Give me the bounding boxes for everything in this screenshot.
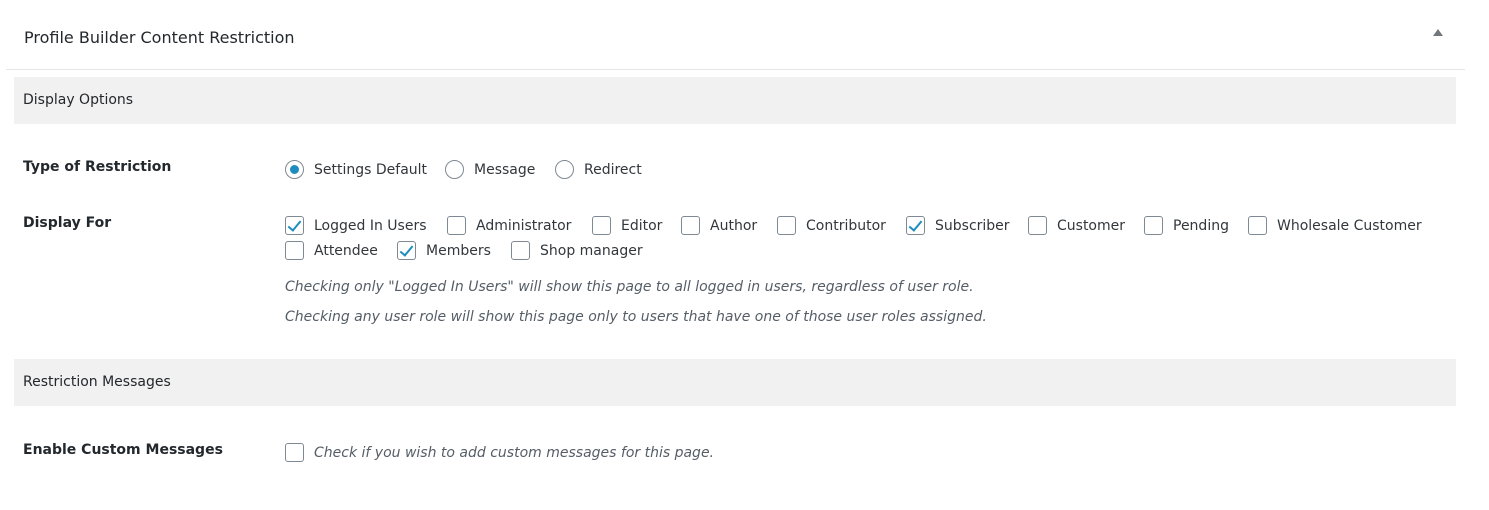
checkbox-logged-in-users-input[interactable] bbox=[285, 216, 304, 235]
radio-message-label: Message bbox=[474, 161, 536, 178]
enable-custom-messages-label: Enable Custom Messages bbox=[23, 442, 223, 458]
radio-message[interactable]: Message bbox=[445, 160, 535, 179]
checkbox-administrator-input[interactable] bbox=[447, 216, 466, 235]
type-of-restriction-label: Type of Restriction bbox=[23, 159, 172, 175]
checkbox-wholesale-customer[interactable]: Wholesale Customer bbox=[1248, 216, 1422, 235]
content-restriction-metabox: Profile Builder Content Restriction Disp… bbox=[6, 0, 1465, 510]
checkbox-editor-label: Editor bbox=[621, 217, 663, 234]
checkbox-administrator-label: Administrator bbox=[476, 217, 572, 234]
section-title-display-options: Display Options bbox=[23, 92, 134, 108]
radio-settings-default[interactable]: Settings Default bbox=[285, 160, 427, 179]
checkbox-contributor-label: Contributor bbox=[806, 217, 886, 234]
checkbox-editor-input[interactable] bbox=[592, 216, 611, 235]
checkbox-members[interactable]: Members bbox=[397, 241, 491, 260]
display-for-help-2: Checking any user role will show this pa… bbox=[285, 309, 987, 325]
checkbox-attendee[interactable]: Attendee bbox=[285, 241, 378, 260]
checkbox-pending-label: Pending bbox=[1173, 217, 1229, 234]
checkbox-shop-manager-label: Shop manager bbox=[540, 242, 643, 259]
checkbox-administrator[interactable]: Administrator bbox=[447, 216, 571, 235]
checkbox-wholesale-customer-input[interactable] bbox=[1248, 216, 1267, 235]
radio-redirect-label: Redirect bbox=[584, 161, 642, 178]
checkbox-pending[interactable]: Pending bbox=[1144, 216, 1229, 235]
checkbox-customer[interactable]: Customer bbox=[1028, 216, 1125, 235]
checkbox-author[interactable]: Author bbox=[681, 216, 757, 235]
checkbox-customer-input[interactable] bbox=[1028, 216, 1047, 235]
collapse-arrow-icon[interactable] bbox=[1433, 29, 1443, 36]
radio-redirect[interactable]: Redirect bbox=[555, 160, 642, 179]
checkbox-attendee-label: Attendee bbox=[314, 242, 378, 259]
metabox-header[interactable]: Profile Builder Content Restriction bbox=[6, 0, 1465, 70]
checkbox-author-input[interactable] bbox=[681, 216, 700, 235]
metabox-title: Profile Builder Content Restriction bbox=[24, 28, 295, 47]
checkbox-logged-in-users[interactable]: Logged In Users bbox=[285, 216, 427, 235]
checkbox-subscriber[interactable]: Subscriber bbox=[906, 216, 1010, 235]
radio-settings-default-input[interactable] bbox=[285, 160, 304, 179]
checkbox-subscriber-label: Subscriber bbox=[935, 217, 1010, 234]
display-for-label: Display For bbox=[23, 215, 112, 231]
checkbox-subscriber-input[interactable] bbox=[906, 216, 925, 235]
radio-message-input[interactable] bbox=[445, 160, 464, 179]
checkbox-shop-manager[interactable]: Shop manager bbox=[511, 241, 643, 260]
section-title-restriction-messages: Restriction Messages bbox=[23, 374, 171, 390]
radio-redirect-input[interactable] bbox=[555, 160, 574, 179]
checkbox-custom-messages-input[interactable] bbox=[285, 443, 304, 462]
checkbox-members-input[interactable] bbox=[397, 241, 416, 260]
radio-settings-default-label: Settings Default bbox=[314, 161, 428, 178]
checkbox-author-label: Author bbox=[710, 217, 758, 234]
checkbox-customer-label: Customer bbox=[1057, 217, 1126, 234]
section-display-options: Display Options bbox=[14, 77, 1456, 124]
checkbox-contributor[interactable]: Contributor bbox=[777, 216, 886, 235]
checkbox-attendee-input[interactable] bbox=[285, 241, 304, 260]
checkbox-contributor-input[interactable] bbox=[777, 216, 796, 235]
checkbox-pending-input[interactable] bbox=[1144, 216, 1163, 235]
checkbox-editor[interactable]: Editor bbox=[592, 216, 662, 235]
checkbox-custom-messages[interactable]: Check if you wish to add custom messages… bbox=[285, 443, 714, 462]
section-restriction-messages: Restriction Messages bbox=[14, 359, 1456, 406]
display-for-help-1: Checking only "Logged In Users" will sho… bbox=[285, 279, 974, 295]
checkbox-members-label: Members bbox=[426, 242, 491, 259]
checkbox-logged-in-users-label: Logged In Users bbox=[314, 217, 427, 234]
checkbox-shop-manager-input[interactable] bbox=[511, 241, 530, 260]
checkbox-custom-messages-label: Check if you wish to add custom messages… bbox=[314, 444, 715, 461]
checkbox-wholesale-customer-label: Wholesale Customer bbox=[1277, 217, 1422, 234]
